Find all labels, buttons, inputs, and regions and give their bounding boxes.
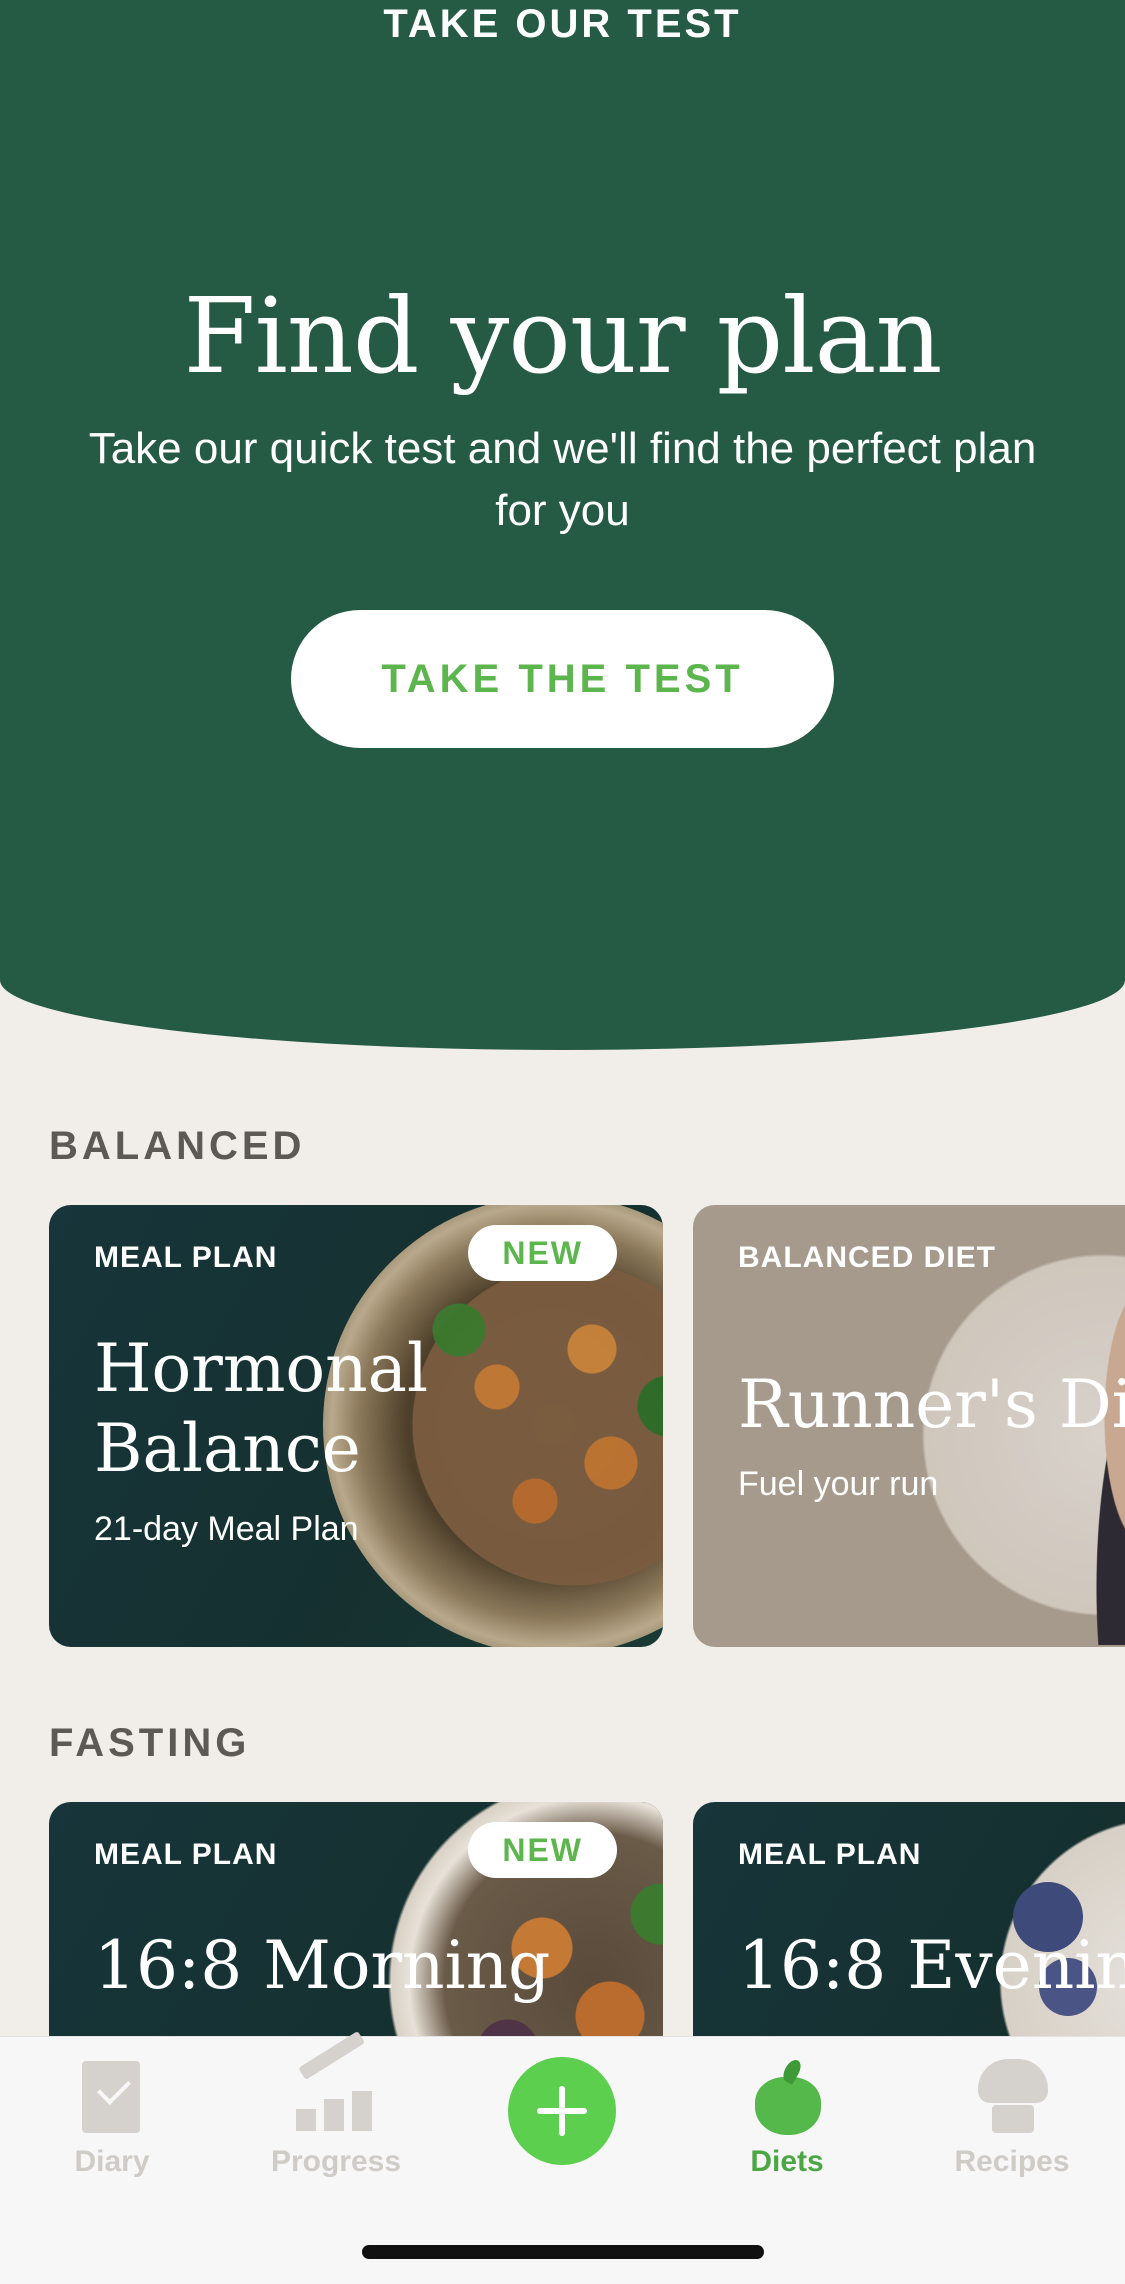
card-title: 16:8 Evening xyxy=(738,1927,1125,2004)
home-indicator xyxy=(362,2245,764,2259)
new-badge: NEW xyxy=(468,1225,617,1281)
card-type: MEAL PLAN xyxy=(94,1241,278,1274)
tab-diets[interactable]: Diets xyxy=(697,2057,877,2179)
tab-label: Recipes xyxy=(954,2145,1070,2178)
hero-banner: TAKE OUR TEST Find your plan Take our qu… xyxy=(0,0,1125,1050)
tab-label: Progress xyxy=(270,2145,402,2178)
tab-label: Diary xyxy=(74,2145,150,2178)
hero-title: Find your plan xyxy=(183,275,943,397)
card-hormonal-balance[interactable]: MEAL PLAN NEW Hormonal Balance 21-day Me… xyxy=(49,1205,663,1647)
card-type: BALANCED DIET xyxy=(738,1241,996,1274)
new-badge: NEW xyxy=(468,1822,617,1878)
tab-recipes[interactable]: Recipes xyxy=(922,2057,1102,2179)
take-test-button[interactable]: TAKE THE TEST xyxy=(291,610,834,748)
card-description: Fuel your run xyxy=(738,1465,939,1503)
card-description: 21-day Meal Plan xyxy=(94,1510,359,1548)
card-title: Hormonal Balance xyxy=(94,1329,428,1489)
card-runners-diet[interactable]: BALANCED DIET Runner's Die Fuel your run xyxy=(693,1205,1125,1647)
tab-diary[interactable]: Diary xyxy=(22,2057,202,2179)
hero-subtitle: Take our quick test and we'll find the p… xyxy=(88,424,1037,535)
section-title-balanced: BALANCED xyxy=(49,1124,306,1168)
diary-icon xyxy=(72,2057,152,2137)
card-title: 16:8 Morning xyxy=(94,1927,551,2004)
top-label: TAKE OUR TEST xyxy=(383,2,742,46)
apple-icon xyxy=(747,2057,827,2137)
card-title-line1: Hormonal xyxy=(94,1330,429,1407)
tab-progress[interactable]: Progress xyxy=(246,2057,426,2179)
runner-image xyxy=(1073,1265,1125,1645)
chef-hat-icon xyxy=(972,2057,1052,2137)
tab-label: Diets xyxy=(750,2145,824,2178)
card-type: MEAL PLAN xyxy=(738,1838,922,1871)
section-title-fasting: FASTING xyxy=(49,1721,251,1765)
add-button[interactable] xyxy=(508,2057,616,2165)
card-title: Runner's Die xyxy=(738,1366,1125,1443)
card-title-line2: Balance xyxy=(94,1410,361,1487)
card-type: MEAL PLAN xyxy=(94,1838,278,1871)
progress-icon xyxy=(296,2057,376,2137)
